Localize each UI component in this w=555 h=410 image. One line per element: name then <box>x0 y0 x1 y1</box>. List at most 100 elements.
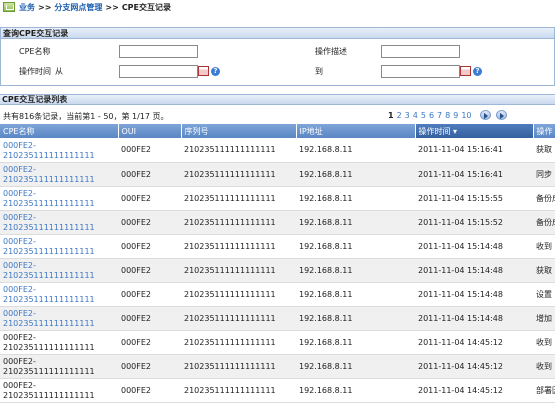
cell-oui: 000FE2 <box>118 210 181 235</box>
col-serial[interactable]: 序列号 <box>181 124 297 138</box>
cell-op-time: 2011-11-04 15:15:52 <box>415 210 533 235</box>
cpe-name-link[interactable]: 000FE2-210235111111111111 <box>3 213 95 232</box>
cell-oui: 000FE2 <box>118 258 181 283</box>
cpe-name-link[interactable]: 000FE2-210235111111111111 <box>3 165 95 184</box>
time-from-input[interactable] <box>119 65 198 78</box>
cell-op-time: 2011-11-04 15:16:41 <box>415 162 533 187</box>
table-row: 000FE2-210235111111111111 000FE2 210235111… <box>0 354 555 379</box>
table-row: 000FE2-210235111111111111 000FE2 210235111… <box>0 162 555 187</box>
time-from-label: 从 <box>55 67 63 76</box>
help-icon[interactable]: ? <box>211 67 220 76</box>
col-oui[interactable]: OUI <box>118 124 182 138</box>
op-desc-input[interactable] <box>381 45 460 58</box>
page-link[interactable]: 6 <box>429 111 434 120</box>
cpe-name-text: 000FE2-210235111111111111 <box>3 333 95 352</box>
table-row: 000FE2-210235111111111111 000FE2 210235111… <box>0 186 555 211</box>
cell-serial: 210235111111111111 <box>181 162 296 187</box>
cpe-name-link[interactable]: 000FE2-210235111111111111 <box>3 237 95 256</box>
cell-cpe-name: 000FE2-210235111111111111 <box>0 138 118 163</box>
cell-op-time: 2011-11-04 15:14:48 <box>415 306 533 331</box>
help-icon[interactable]: ? <box>473 67 482 76</box>
cell-oui: 000FE2 <box>118 306 181 331</box>
next-page-icon[interactable] <box>479 110 491 120</box>
cell-serial: 210235111111111111 <box>181 258 296 283</box>
cell-operation: 获取 <box>533 138 555 163</box>
page-link[interactable]: 7 <box>437 111 442 120</box>
cell-serial: 210235111111111111 <box>181 282 296 307</box>
breadcrumb-branch-link[interactable]: 分支网点管理 <box>54 2 102 13</box>
cell-operation: 备份成功 <box>533 210 555 235</box>
col-cpe-name[interactable]: CPE名称 <box>0 124 119 138</box>
cell-ip: 192.168.8.11 <box>296 330 415 355</box>
page-link[interactable]: 1 <box>388 111 394 120</box>
cpe-name-link[interactable]: 000FE2-210235111111111111 <box>3 189 95 208</box>
page-link[interactable]: 9 <box>453 111 458 120</box>
op-time-label: 操作时间 <box>19 67 51 76</box>
col-operation[interactable]: 操作 <box>533 124 555 138</box>
cell-op-time: 2011-11-04 15:15:55 <box>415 186 533 211</box>
cell-operation: 收到 <box>533 330 555 355</box>
cell-cpe-name: 000FE2-210235111111111111 <box>0 330 118 355</box>
time-to-input[interactable] <box>381 65 460 78</box>
breadcrumb-separator: >> <box>38 2 52 12</box>
breadcrumb-business-link[interactable]: 业务 <box>19 2 35 13</box>
cell-ip: 192.168.8.11 <box>296 354 415 379</box>
last-page-icon[interactable] <box>495 110 507 120</box>
table-row: 000FE2-210235111111111111 000FE2 210235111… <box>0 234 555 259</box>
cell-op-time: 2011-11-04 15:14:48 <box>415 234 533 259</box>
cell-cpe-name: 000FE2-210235111111111111 <box>0 378 118 403</box>
cell-op-time: 2011-11-04 14:45:12 <box>415 378 533 403</box>
cell-cpe-name: 000FE2-210235111111111111 <box>0 162 118 187</box>
cell-serial: 210235111111111111 <box>181 306 296 331</box>
page-link[interactable]: 3 <box>405 111 410 120</box>
home-icon <box>3 2 15 12</box>
cell-ip: 192.168.8.11 <box>296 162 415 187</box>
cell-op-time: 2011-11-04 14:45:12 <box>415 330 533 355</box>
cell-oui: 000FE2 <box>118 162 181 187</box>
table-row: 000FE2-210235111111111111 000FE2 210235111… <box>0 138 555 163</box>
cell-oui: 000FE2 <box>118 186 181 211</box>
record-summary: 共有816条记录，当前第1 - 50，第 1/17 页。 <box>3 112 169 121</box>
calendar-icon[interactable] <box>198 66 209 76</box>
breadcrumb-current: CPE交互记录 <box>121 2 172 12</box>
page-link[interactable]: 2 <box>397 111 402 120</box>
cell-oui: 000FE2 <box>118 330 181 355</box>
page-link[interactable]: 10 <box>461 111 471 120</box>
cpe-name-link[interactable]: 000FE2-210235111111111111 <box>3 141 95 160</box>
cpe-name-link[interactable]: 000FE2-210235111111111111 <box>3 309 95 328</box>
cpe-name-link[interactable]: 000FE2-210235111111111111 <box>3 285 95 304</box>
cell-ip: 192.168.8.11 <box>296 138 415 163</box>
cell-operation: 同步 <box>533 162 555 187</box>
cell-op-time: 2011-11-04 15:14:48 <box>415 258 533 283</box>
cell-op-time: 2011-11-04 15:16:41 <box>415 138 533 163</box>
col-ip[interactable]: IP地址 <box>296 124 416 138</box>
cell-cpe-name: 000FE2-210235111111111111 <box>0 258 118 283</box>
page-link[interactable]: 4 <box>413 111 418 120</box>
table-row: 000FE2-210235111111111111 000FE2 210235111… <box>0 330 555 355</box>
query-panel: 查询CPE交互记录 CPE名称 操作描述 操作时间 从 ? 到 ? <box>0 27 555 86</box>
cell-serial: 210235111111111111 <box>181 210 296 235</box>
table-row: 000FE2-210235111111111111 000FE2 210235111… <box>0 282 555 307</box>
cell-oui: 000FE2 <box>118 282 181 307</box>
cell-operation: 收到 <box>533 354 555 379</box>
cell-serial: 210235111111111111 <box>181 354 296 379</box>
cell-cpe-name: 000FE2-210235111111111111 <box>0 234 118 259</box>
calendar-icon[interactable] <box>460 66 471 76</box>
table-row: 000FE2-210235111111111111 000FE2 210235111… <box>0 210 555 235</box>
page-link[interactable]: 8 <box>445 111 450 120</box>
col-op-time[interactable]: 操作时间 ▾ <box>415 124 534 138</box>
cpe-name-text: 000FE2-210235111111111111 <box>3 381 95 400</box>
cell-cpe-name: 000FE2-210235111111111111 <box>0 282 118 307</box>
cpe-name-link[interactable]: 000FE2-210235111111111111 <box>3 261 95 280</box>
breadcrumb-separator: >> <box>105 2 119 12</box>
table-row: 000FE2-210235111111111111 000FE2 210235111… <box>0 378 555 403</box>
cell-serial: 210235111111111111 <box>181 138 296 163</box>
page-link[interactable]: 5 <box>421 111 426 120</box>
cell-serial: 210235111111111111 <box>181 378 296 403</box>
query-panel-title: 查询CPE交互记录 <box>1 28 554 39</box>
cell-operation: 增加 <box>533 306 555 331</box>
table-row: 000FE2-210235111111111111 000FE2 210235111… <box>0 306 555 331</box>
cpe-name-input[interactable] <box>119 45 198 58</box>
cell-operation: 收到 <box>533 234 555 259</box>
cell-ip: 192.168.8.11 <box>296 378 415 403</box>
